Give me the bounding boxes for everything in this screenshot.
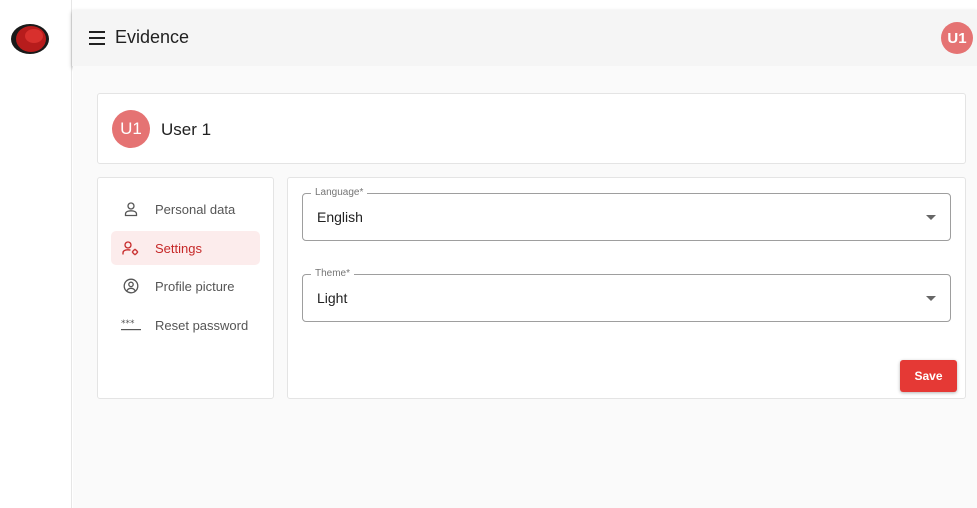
main-content: U1 User 1 Personal data Settings Profile… bbox=[73, 66, 977, 508]
password-icon: *** bbox=[121, 316, 141, 334]
nav-item-label: Reset password bbox=[155, 317, 249, 333]
save-button[interactable]: Save bbox=[900, 360, 957, 392]
nav-item-personal-data[interactable]: Personal data bbox=[111, 192, 260, 226]
theme-value: Light bbox=[317, 290, 348, 306]
side-rail bbox=[0, 0, 72, 508]
nav-item-label: Profile picture bbox=[155, 278, 235, 294]
user-avatar-button[interactable]: U1 bbox=[941, 22, 973, 54]
app-logo-icon[interactable] bbox=[10, 22, 50, 56]
svg-text:***: *** bbox=[121, 319, 135, 329]
user-settings-icon bbox=[121, 239, 141, 257]
user-name: User 1 bbox=[161, 120, 212, 139]
profile-nav-menu: Personal data Settings Profile picture *… bbox=[97, 177, 274, 399]
language-label: Language* bbox=[311, 187, 368, 199]
avatar: U1 bbox=[112, 110, 150, 148]
settings-form-card: Language* English Theme* Light Save bbox=[287, 177, 966, 399]
menu-icon[interactable] bbox=[89, 31, 105, 45]
top-app-bar: Evidence U1 bbox=[72, 10, 977, 66]
profile-header-card: U1 User 1 bbox=[97, 93, 966, 164]
nav-item-settings[interactable]: Settings bbox=[111, 231, 260, 265]
app-title: Evidence bbox=[115, 27, 190, 47]
nav-item-profile-picture[interactable]: Profile picture bbox=[111, 269, 260, 303]
person-icon bbox=[121, 200, 141, 218]
language-select[interactable]: Language* English bbox=[302, 187, 951, 241]
theme-select[interactable]: Theme* Light bbox=[302, 268, 951, 322]
language-value: English bbox=[317, 209, 363, 225]
account-circle-icon bbox=[121, 277, 141, 295]
dropdown-arrow-icon bbox=[926, 296, 936, 301]
nav-item-label: Personal data bbox=[155, 201, 236, 217]
theme-label: Theme* bbox=[311, 268, 355, 280]
dropdown-arrow-icon bbox=[926, 215, 936, 220]
nav-item-reset-password[interactable]: *** Reset password bbox=[111, 308, 260, 342]
nav-item-label: Settings bbox=[155, 240, 202, 256]
